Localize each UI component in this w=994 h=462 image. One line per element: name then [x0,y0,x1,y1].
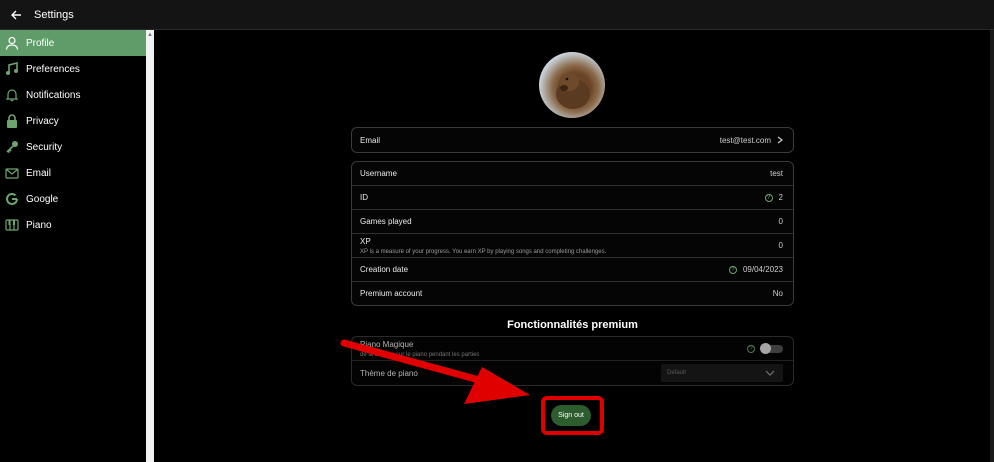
email-value: test@test.com [719,135,771,145]
username-row: Username test [352,162,793,186]
sidebar-item-label: Preferences [26,63,80,75]
sidebar-item-label: Google [26,193,59,205]
top-bar: Settings [0,0,994,30]
envelope-icon [4,165,20,181]
xp-label: XP [360,236,371,246]
sidebar: Profile Preferences Notifications Privac… [0,30,146,462]
premium-account-label: Premium account [360,289,423,298]
premium-section-title: Fonctionnalités premium [507,319,638,331]
help-icon[interactable]: ? [747,344,755,353]
premium-account-row: Premium account No [352,282,793,305]
sidebar-item-piano[interactable]: Piano [0,212,146,238]
username-value: test [770,169,783,178]
sidebar-item-preferences[interactable]: Preferences [0,56,146,82]
games-played-label: Games played [360,217,412,226]
help-icon[interactable]: ? [728,265,737,274]
bell-icon [4,87,20,103]
creation-date-label: Creation date [360,265,409,274]
email-row[interactable]: Email test@test.com [352,128,793,152]
piano-magique-toggle[interactable] [760,342,783,354]
google-icon [4,191,20,207]
chevron-right-icon [777,136,783,144]
key-icon [4,139,20,155]
sidebar-item-label: Email [26,167,52,179]
sidebar-item-label: Piano [26,219,52,231]
sidebar-item-label: Notifications [26,89,81,101]
beaver-photo [556,73,590,109]
sidebar-item-label: Profile [26,37,55,49]
sign-out-button[interactable]: Sign out [551,405,591,426]
piano-magique-row: Piano Magique de la lumière sur le piano… [352,337,793,361]
sidebar-item-google[interactable]: Google [0,186,146,212]
piano-theme-label: Thème de piano [360,368,418,378]
chevron-down-icon [765,370,775,376]
sidebar-item-email[interactable]: Email [0,160,146,186]
sidebar-scrollbar[interactable]: ▲ [146,30,154,462]
sidebar-item-label: Privacy [26,115,59,127]
page-title: Settings [34,8,74,21]
id-row: ID ? 2 [352,186,793,210]
toggle-knob [760,342,771,354]
person-icon [4,35,20,51]
avatar [539,52,605,118]
lock-icon [4,113,20,129]
premium-card: Piano Magique de la lumière sur le piano… [351,336,794,386]
xp-description: XP is a measure of your progress. You ea… [360,248,607,255]
sidebar-item-security[interactable]: Security [0,134,146,160]
sidebar-item-notifications[interactable]: Notifications [0,82,146,108]
piano-theme-select[interactable]: Default [661,364,783,382]
premium-account-value: No [772,289,783,298]
arrow-left-icon [11,10,21,19]
sidebar-item-profile[interactable]: Profile [0,30,146,56]
games-played-value: 0 [778,217,783,226]
email-card[interactable]: Email test@test.com [351,127,794,153]
email-label: Email [360,135,381,145]
piano-theme-selected: Default [667,370,687,376]
creation-date-value: 09/04/2023 [742,265,783,274]
scroll-up-icon: ▲ [147,32,153,38]
id-label: ID [360,193,368,202]
main-scrollbar[interactable] [990,30,994,462]
help-icon[interactable]: ? [764,193,773,202]
account-info-card: Username test ID ? 2 Games played 0 XP X… [351,161,794,306]
piano-magique-label: Piano Magique [360,339,414,349]
music-note-icon [4,61,20,77]
profile-panel: Email test@test.com Username test ID ? 2… [154,30,994,462]
sidebar-item-privacy[interactable]: Privacy [0,108,146,134]
username-label: Username [360,169,397,178]
id-value: 2 [778,193,783,202]
piano-theme-row: Thème de piano Default [352,361,793,385]
xp-row: XP XP is a measure of your progress. You… [352,234,793,258]
xp-value: 0 [778,241,783,250]
sidebar-item-label: Security [26,141,63,153]
back-button[interactable] [2,0,30,30]
creation-date-row: Creation date ? 09/04/2023 [352,258,793,282]
piano-magique-description: de la lumière sur le piano pendant les p… [360,351,480,358]
piano-icon [4,217,20,233]
games-played-row: Games played 0 [352,210,793,234]
